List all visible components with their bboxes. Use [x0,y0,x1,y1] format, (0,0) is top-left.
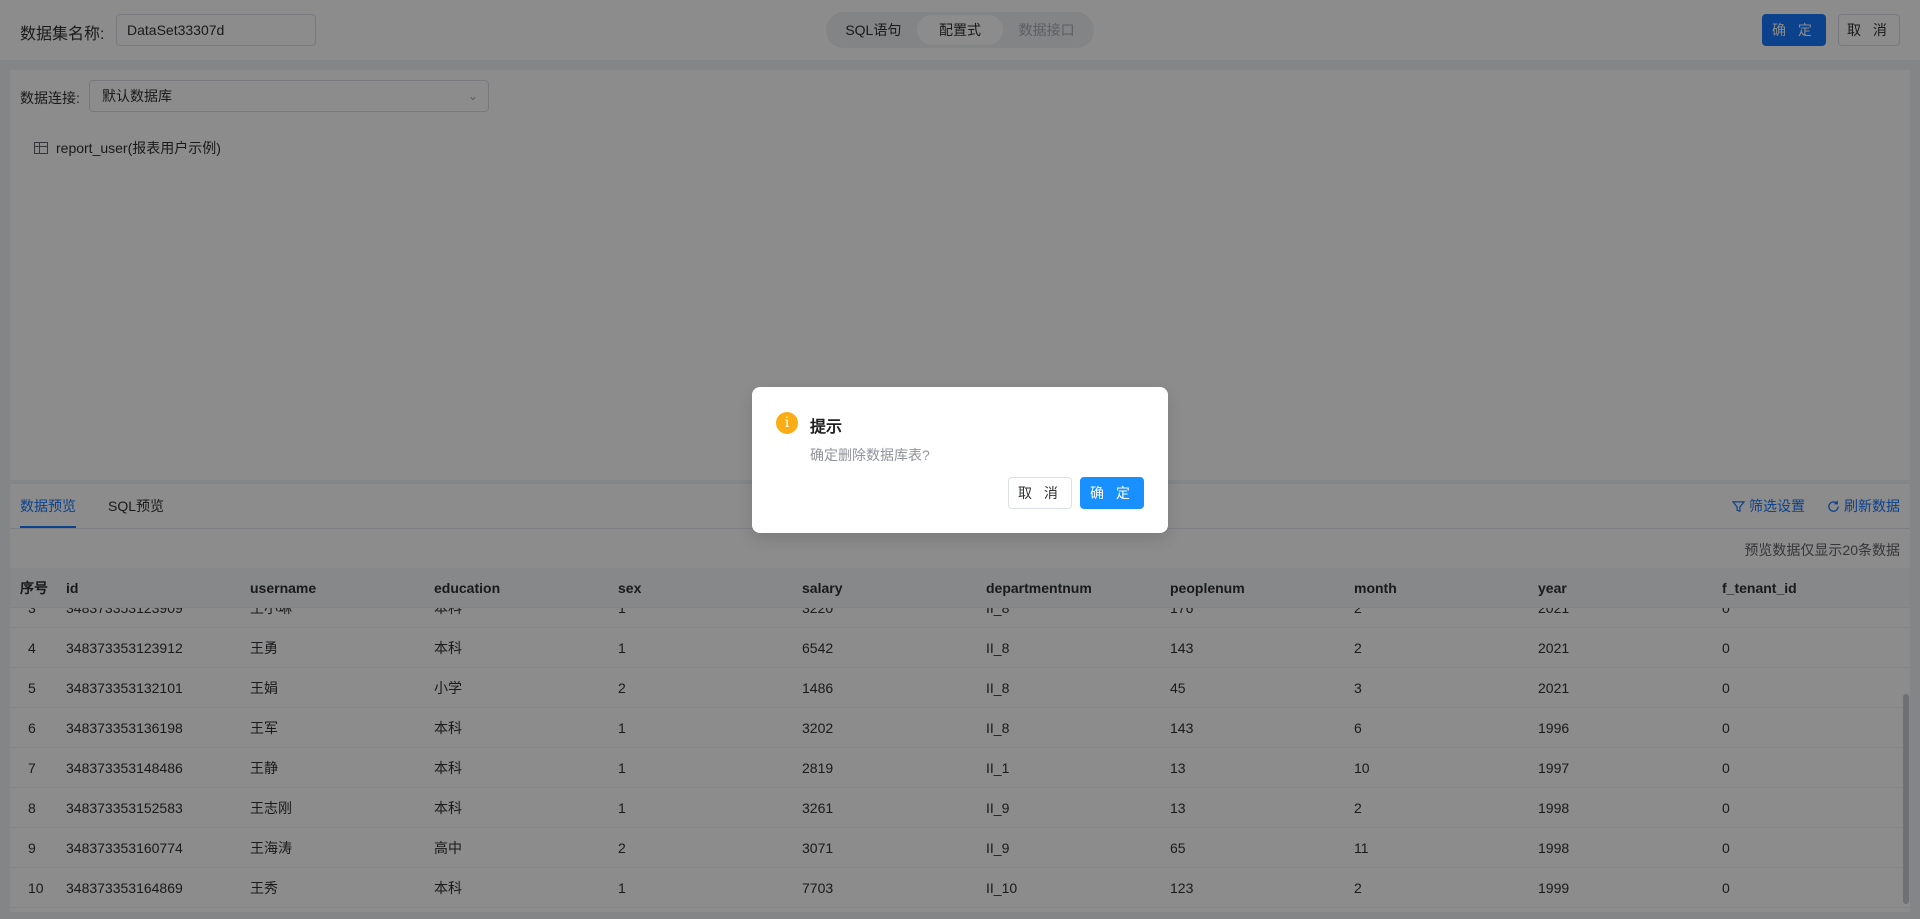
dialog-message: 确定删除数据库表? [810,447,930,463]
dialog-ok-button[interactable]: 确 定 [1080,477,1144,509]
dialog-cancel-button[interactable]: 取 消 [1008,477,1072,509]
dialog-title: 提示 [810,419,843,436]
confirm-dialog: i 提示 确定删除数据库表? 取 消 确 定 [752,387,1168,533]
info-icon: i [776,412,798,434]
